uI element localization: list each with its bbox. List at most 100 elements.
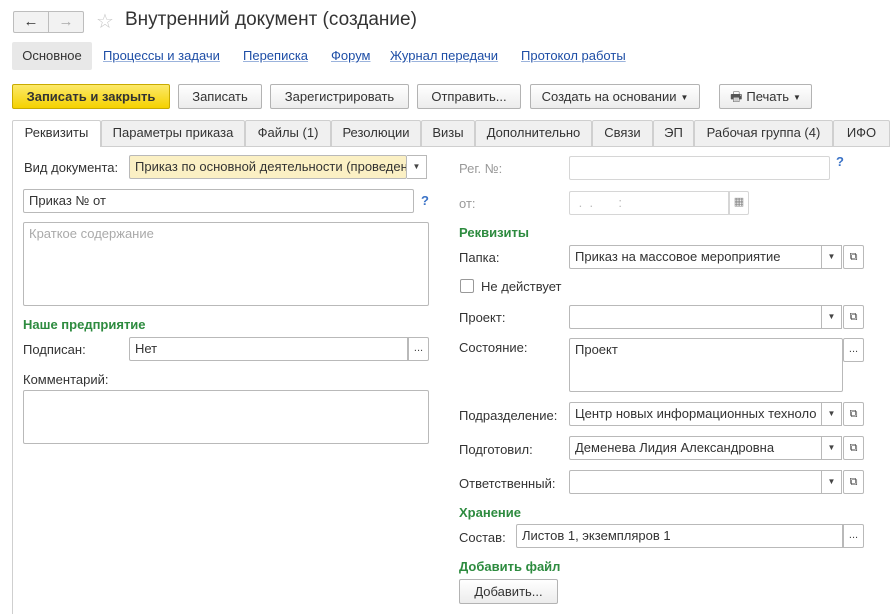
- save-button[interactable]: Записать: [178, 84, 262, 109]
- composition-field[interactable]: Листов 1, экземпляров 1: [516, 524, 843, 548]
- dropdown-arrow-icon: ▼: [827, 409, 836, 418]
- inactive-checkbox[interactable]: [460, 279, 474, 293]
- section-link-work-log[interactable]: Протокол работы: [521, 48, 626, 63]
- tab-order-params[interactable]: Параметры приказа: [101, 120, 245, 146]
- arrow-left-icon: ←: [23, 13, 39, 30]
- dropdown-arrow-icon: ▼: [827, 252, 836, 261]
- org-group-title: Наше предприятие: [23, 317, 146, 332]
- dropdown-arrow-icon: ▼: [412, 162, 421, 171]
- ellipsis-icon: ...: [848, 343, 859, 355]
- state-select-button[interactable]: ...: [843, 338, 864, 362]
- favorite-star-icon[interactable]: ☆: [96, 9, 114, 34]
- responsible-dropdown[interactable]: ▼: [822, 470, 842, 494]
- tab-ifo[interactable]: ИФО: [833, 120, 890, 146]
- prepared-open-button[interactable]: ⧉: [843, 436, 864, 460]
- arrow-right-icon: →: [58, 13, 74, 30]
- dropdown-arrow-icon: ▼: [792, 93, 801, 103]
- project-dropdown[interactable]: ▼: [822, 305, 842, 329]
- state-value: Проект: [575, 342, 618, 357]
- folder-dropdown[interactable]: ▼: [822, 245, 842, 269]
- section-link-transfer-log[interactable]: Журнал передачи: [390, 48, 498, 63]
- print-button[interactable]: 🖶 Печать ▼: [719, 84, 812, 109]
- tab-files[interactable]: Файлы (1): [245, 120, 331, 146]
- add-file-button[interactable]: Добавить...: [459, 579, 558, 604]
- project-open-button[interactable]: ⧉: [843, 305, 864, 329]
- section-main[interactable]: Основное: [12, 42, 92, 70]
- reg-no-label: Рег. №:: [459, 161, 503, 176]
- prepared-dropdown[interactable]: ▼: [822, 436, 842, 460]
- open-icon: ⧉: [849, 311, 858, 323]
- open-icon: ⧉: [849, 251, 858, 263]
- create-based-on-button[interactable]: Создать на основании ▼: [530, 84, 700, 109]
- calendar-icon[interactable]: ▦: [729, 191, 749, 215]
- section-link-processes[interactable]: Процессы и задачи: [103, 48, 220, 63]
- ellipsis-icon: ...: [848, 529, 859, 541]
- create-based-on-label: Создать на основании: [541, 89, 677, 104]
- responsible-open-button[interactable]: ⧉: [843, 470, 864, 494]
- division-dropdown[interactable]: ▼: [822, 402, 842, 426]
- ellipsis-icon: ...: [413, 342, 424, 354]
- signed-field[interactable]: Нет: [129, 337, 408, 361]
- prepared-label: Подготовил:: [459, 442, 533, 457]
- forward-button[interactable]: →: [48, 11, 84, 33]
- composition-label: Состав:: [459, 530, 506, 545]
- signed-label: Подписан:: [23, 342, 86, 357]
- calendar-glyph: ▦: [733, 196, 745, 208]
- folder-open-button[interactable]: ⧉: [843, 245, 864, 269]
- print-label: Печать: [746, 89, 789, 104]
- responsible-label: Ответственный:: [459, 476, 556, 491]
- folder-label: Папка:: [459, 250, 500, 265]
- division-open-button[interactable]: ⧉: [843, 402, 864, 426]
- tab-workgroup[interactable]: Рабочая группа (4): [694, 120, 833, 146]
- dropdown-arrow-icon: ▼: [827, 312, 836, 321]
- open-icon: ⧉: [849, 476, 858, 488]
- date-field[interactable]: . . :: [569, 191, 729, 215]
- tab-requisites[interactable]: Реквизиты: [12, 120, 101, 147]
- tab-visas[interactable]: Визы: [421, 120, 475, 146]
- section-link-correspondence[interactable]: Переписка: [243, 48, 308, 63]
- tab-signature[interactable]: ЭП: [653, 120, 694, 146]
- folder-field[interactable]: Приказ на массовое мероприятие: [569, 245, 822, 269]
- tab-links[interactable]: Связи: [592, 120, 653, 146]
- requisites-group-title: Реквизиты: [459, 225, 529, 240]
- state-field[interactable]: Проект: [569, 338, 843, 392]
- comment-textarea[interactable]: [23, 390, 429, 444]
- section-link-forum[interactable]: Форум: [331, 48, 371, 63]
- help-icon[interactable]: ?: [421, 193, 429, 208]
- project-field[interactable]: [569, 305, 822, 329]
- comment-label: Комментарий:: [23, 372, 109, 387]
- composition-select-button[interactable]: ...: [843, 524, 864, 548]
- tab-additional[interactable]: Дополнительно: [475, 120, 592, 146]
- window-title: Внутренний документ (создание): [125, 9, 417, 30]
- storage-group-title: Хранение: [459, 505, 521, 520]
- dropdown-arrow-icon: ▼: [827, 443, 836, 452]
- project-label: Проект:: [459, 310, 506, 325]
- division-label: Подразделение:: [459, 408, 558, 423]
- tab-resolutions[interactable]: Резолюции: [331, 120, 421, 146]
- send-button[interactable]: Отправить...: [417, 84, 521, 109]
- reg-no-field[interactable]: [569, 156, 830, 180]
- inactive-label: Не действует: [481, 279, 562, 294]
- signed-select-button[interactable]: ...: [408, 337, 429, 361]
- help-icon[interactable]: ?: [836, 154, 844, 169]
- register-button[interactable]: Зарегистрировать: [270, 84, 409, 109]
- printer-icon: 🖶: [730, 89, 743, 104]
- dropdown-arrow-icon: ▼: [680, 93, 689, 103]
- doc-type-field[interactable]: Приказ по основной деятельности (проведе…: [129, 155, 407, 179]
- doc-type-label: Вид документа:: [24, 160, 119, 175]
- open-icon: ⧉: [849, 442, 858, 454]
- date-label: от:: [459, 196, 476, 211]
- division-field[interactable]: Центр новых информационных техноло: [569, 402, 822, 426]
- back-button[interactable]: ←: [13, 11, 49, 33]
- responsible-field[interactable]: [569, 470, 822, 494]
- summary-textarea[interactable]: Краткое содержание: [23, 222, 429, 306]
- state-label: Состояние:: [459, 340, 528, 355]
- save-and-close-button[interactable]: Записать и закрыть: [12, 84, 170, 109]
- open-icon: ⧉: [849, 408, 858, 420]
- summary-placeholder: Краткое содержание: [29, 226, 154, 241]
- title-field[interactable]: Приказ № от: [23, 189, 414, 213]
- prepared-field[interactable]: Деменева Лидия Александровна: [569, 436, 822, 460]
- add-file-group-title: Добавить файл: [459, 559, 561, 574]
- doc-type-dropdown[interactable]: ▼: [407, 155, 427, 179]
- dropdown-arrow-icon: ▼: [827, 477, 836, 486]
